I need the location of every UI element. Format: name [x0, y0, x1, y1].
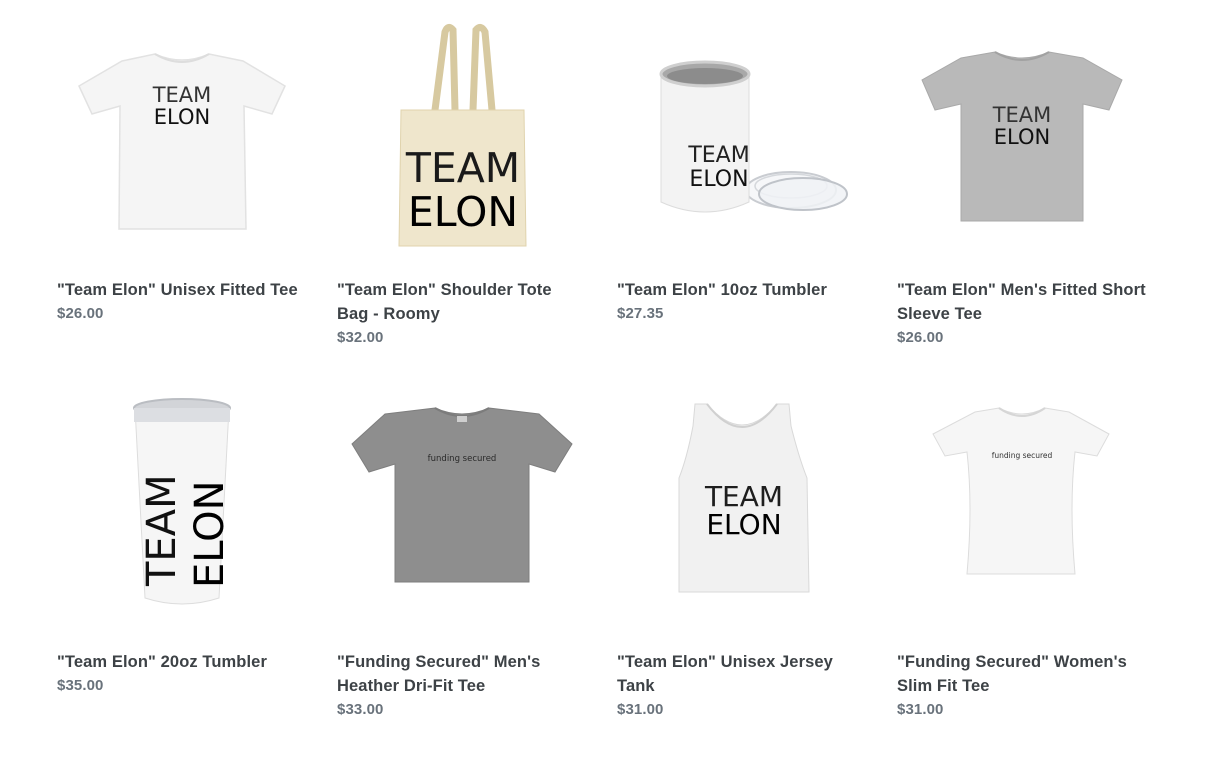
print-text: ELON [187, 480, 233, 588]
product-image[interactable]: TEAM ELON [57, 14, 307, 264]
product-card[interactable]: TEAM ELON "Team Elon" Men's Fitted Short… [897, 14, 1177, 386]
product-image[interactable]: TEAM ELON [57, 386, 307, 636]
product-image[interactable]: funding secured [337, 386, 587, 636]
product-card[interactable]: TEAM ELON "Team Elon" 10oz Tumbler $27.3… [617, 14, 897, 386]
product-title[interactable]: "Team Elon" Unisex Jersey Tank [617, 653, 833, 695]
product-image[interactable]: TEAM ELON [897, 14, 1147, 264]
product-price: $27.35 [617, 305, 664, 322]
product-price: $26.00 [57, 305, 104, 322]
product-image[interactable]: TEAM ELON [337, 14, 587, 264]
product-title[interactable]: "Team Elon" Unisex Fitted Tee [57, 281, 298, 299]
print-text: ELON [154, 105, 210, 129]
product-card[interactable]: funding secured "Funding Secured" Women'… [897, 386, 1177, 758]
product-title[interactable]: "Funding Secured" Men's Heather Dri-Fit … [337, 653, 540, 695]
product-card[interactable]: TEAM ELON "Team Elon" Unisex Jersey Tank… [617, 386, 897, 758]
print-text: funding secured [428, 454, 497, 464]
product-title[interactable]: "Team Elon" Shoulder Tote Bag - Roomy [337, 281, 552, 323]
product-price: $31.00 [617, 701, 664, 718]
print-text: TEAM [152, 83, 212, 107]
product-image[interactable]: funding secured [897, 386, 1147, 636]
product-card[interactable]: TEAM ELON "Team Elon" Unisex Fitted Tee … [57, 14, 337, 386]
print-text: TEAM [687, 143, 749, 168]
product-title[interactable]: "Funding Secured" Women's Slim Fit Tee [897, 653, 1127, 695]
print-text: TEAM [405, 144, 520, 192]
product-price: $26.00 [897, 329, 944, 346]
print-text: TEAM [992, 103, 1052, 127]
product-card[interactable]: TEAM ELON "Team Elon" 20oz Tumbler $35.0… [57, 386, 337, 758]
print-text: ELON [408, 188, 518, 236]
print-text: TEAM [139, 474, 185, 587]
print-text: ELON [706, 508, 781, 541]
product-title[interactable]: "Team Elon" 20oz Tumbler [57, 653, 267, 671]
product-price: $32.00 [337, 329, 384, 346]
product-card[interactable]: funding secured "Funding Secured" Men's … [337, 386, 617, 758]
product-price: $35.00 [57, 677, 104, 694]
product-price: $33.00 [337, 701, 384, 718]
print-text: ELON [689, 167, 748, 192]
product-card[interactable]: TEAM ELON "Team Elon" Shoulder Tote Bag … [337, 14, 617, 386]
print-text: funding secured [992, 451, 1053, 460]
product-price: $31.00 [897, 701, 944, 718]
print-text: ELON [994, 125, 1050, 149]
product-grid: TEAM ELON "Team Elon" Unisex Fitted Tee … [57, 14, 1177, 758]
product-image[interactable]: TEAM ELON [617, 386, 867, 636]
product-title[interactable]: "Team Elon" Men's Fitted Short Sleeve Te… [897, 281, 1146, 323]
product-image[interactable]: TEAM ELON [617, 14, 867, 264]
product-title[interactable]: "Team Elon" 10oz Tumbler [617, 281, 827, 299]
